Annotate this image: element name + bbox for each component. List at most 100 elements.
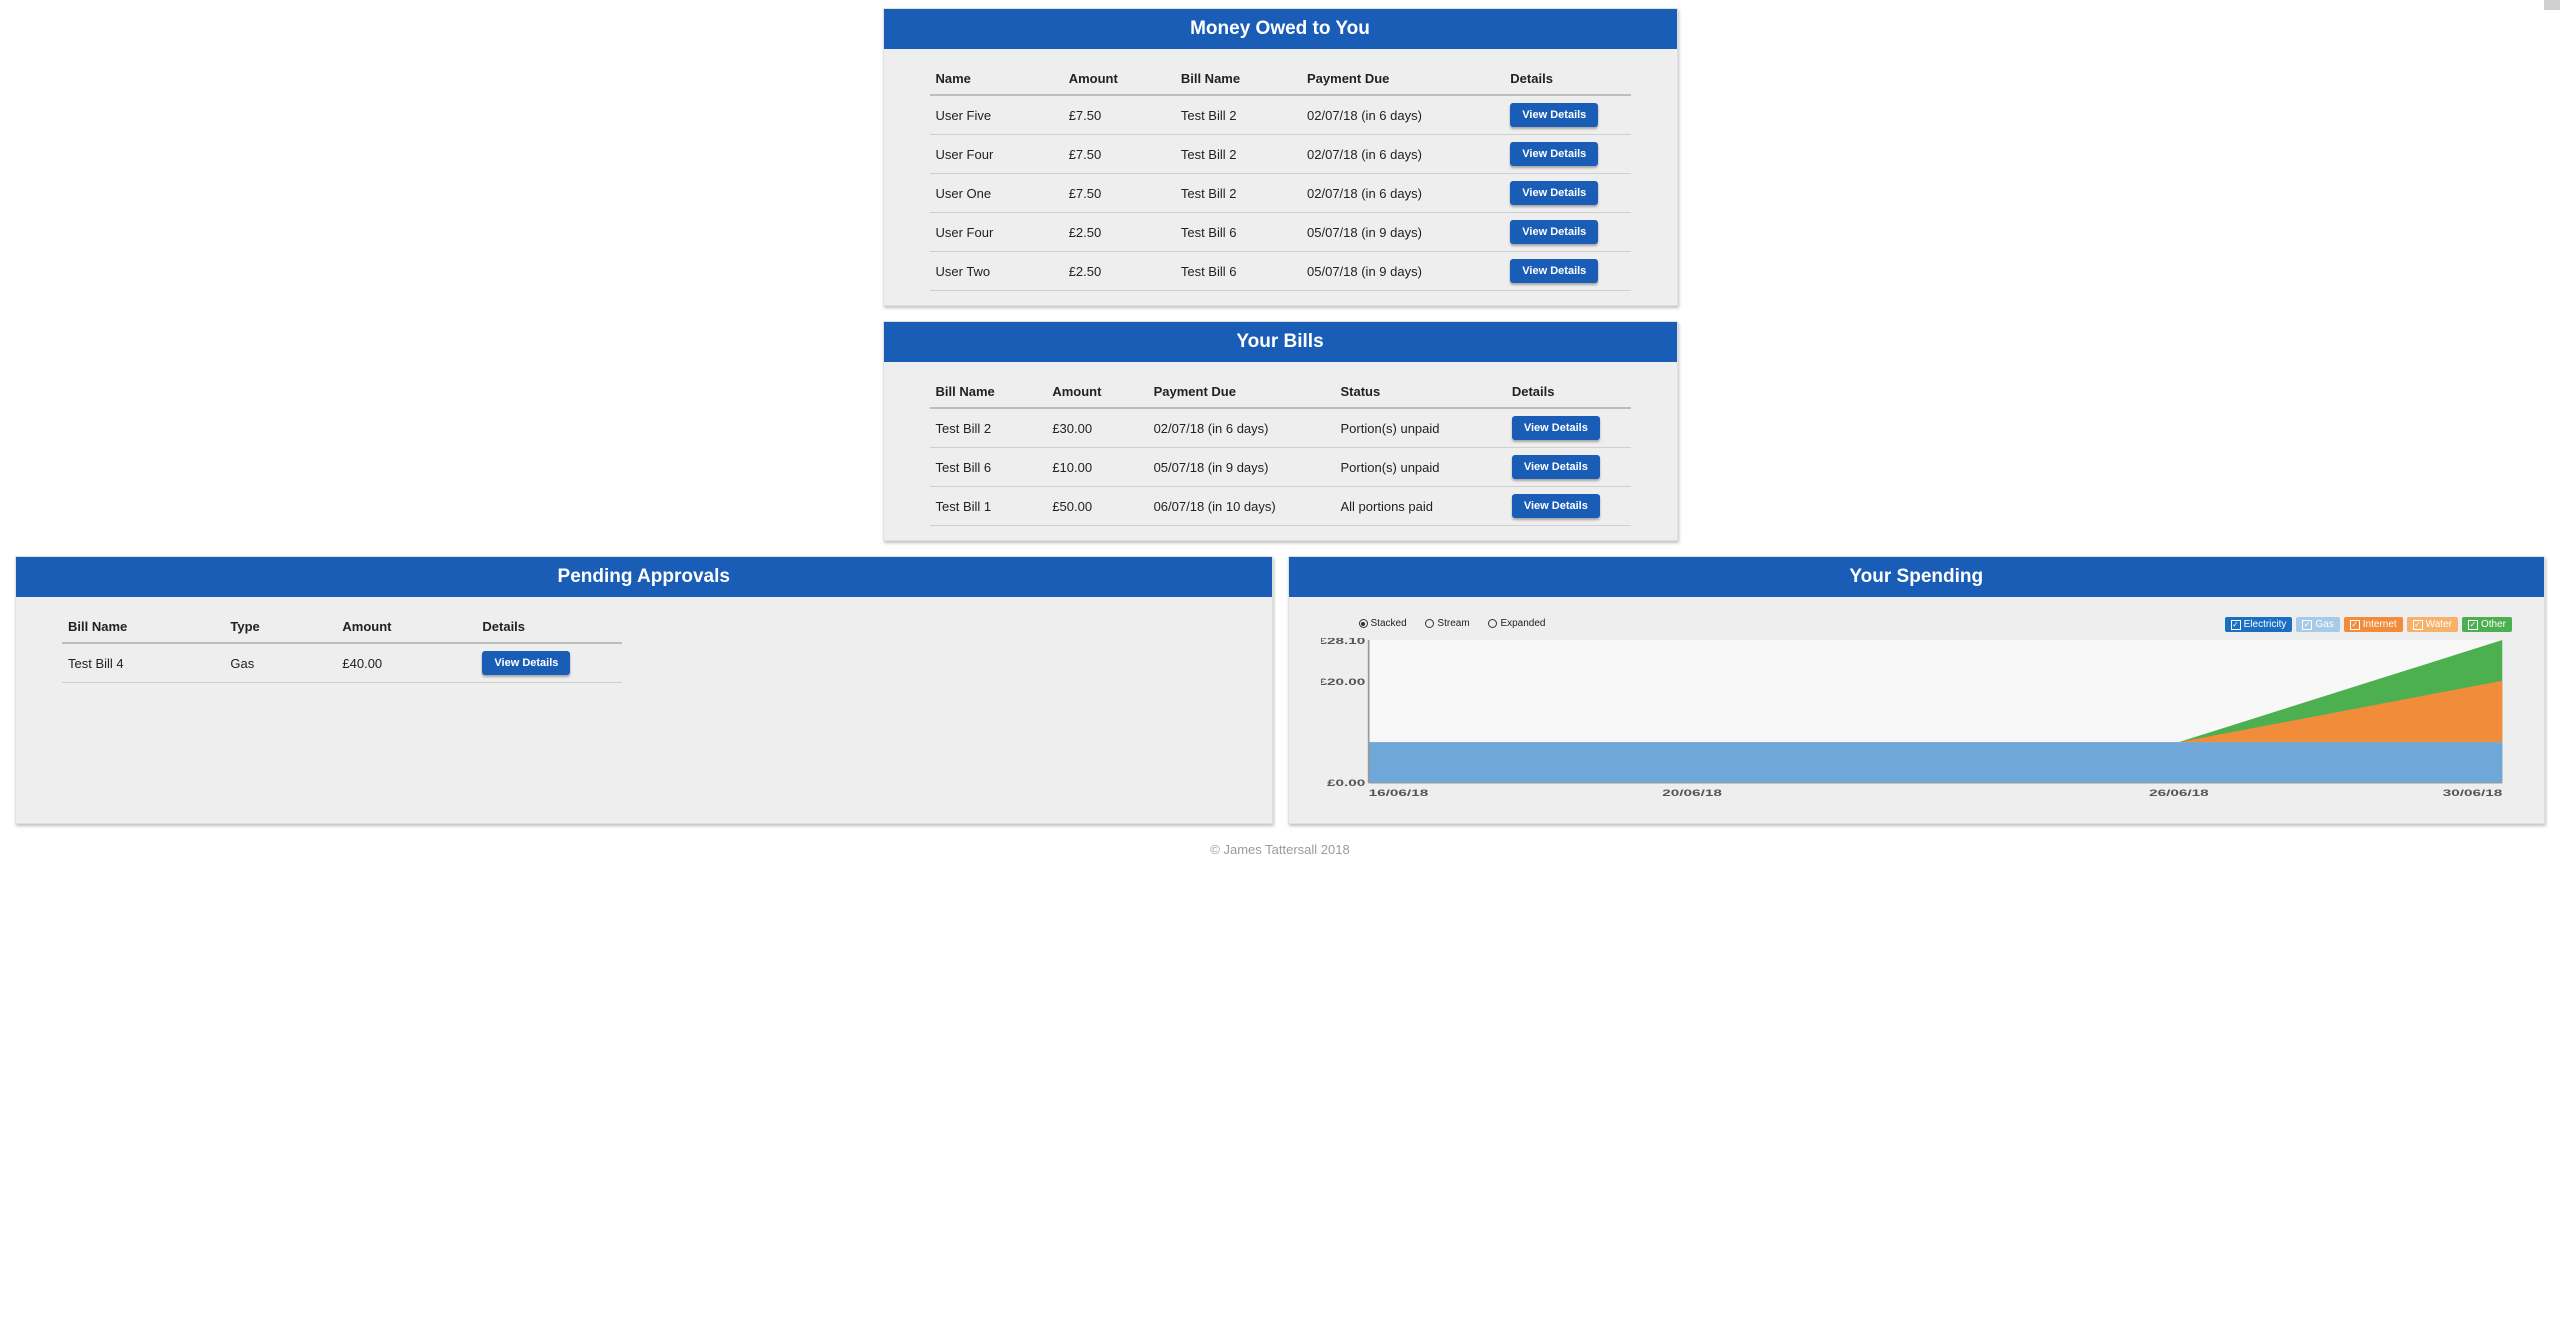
x-tick: 16/06/18 <box>1368 788 1428 798</box>
legend-water[interactable]: Water <box>2407 617 2458 632</box>
cell-amount: £30.00 <box>1046 408 1147 448</box>
cell-bill: Test Bill 2 <box>1175 95 1301 135</box>
legend-internet[interactable]: Internet <box>2344 617 2403 632</box>
cell-amount: £2.50 <box>1063 252 1175 291</box>
cell-due: 02/07/18 (in 6 days) <box>1148 408 1335 448</box>
legend-label: Other <box>2481 619 2506 630</box>
cell-bill: Test Bill 1 <box>930 487 1047 526</box>
table-row: User Four£7.50Test Bill 202/07/18 (in 6 … <box>930 135 1631 174</box>
cell-details: View Details <box>1506 408 1631 448</box>
checkbox-icon <box>2302 620 2312 630</box>
cell-due: 02/07/18 (in 6 days) <box>1301 135 1504 174</box>
cell-status: Portion(s) unpaid <box>1335 448 1506 487</box>
panel-your-spending: Your Spending Stacked Stream <box>1288 556 2546 824</box>
panel-money-owed: Money Owed to You Name Amount Bill Name … <box>883 8 1678 306</box>
cell-bill: Test Bill 6 <box>930 448 1047 487</box>
cell-due: 02/07/18 (in 6 days) <box>1301 174 1504 213</box>
checkbox-icon <box>2413 620 2423 630</box>
th-bill: Bill Name <box>930 376 1047 408</box>
table-row: User Five£7.50Test Bill 202/07/18 (in 6 … <box>930 95 1631 135</box>
th-due: Payment Due <box>1148 376 1335 408</box>
checkbox-icon <box>2231 620 2241 630</box>
view-details-button[interactable]: View Details <box>1510 181 1598 205</box>
th-type: Type <box>224 611 336 643</box>
x-tick: 20/06/18 <box>1662 788 1722 798</box>
table-row: Test Bill 1£50.0006/07/18 (in 10 days)Al… <box>930 487 1631 526</box>
view-details-button[interactable]: View Details <box>1512 494 1600 518</box>
cell-details: View Details <box>1504 135 1630 174</box>
cell-type: Gas <box>224 643 336 683</box>
cell-details: View Details <box>1506 487 1631 526</box>
chart-controls: Stacked Stream Expanded Electricity Gas In… <box>1321 617 2513 632</box>
th-name: Name <box>930 63 1063 95</box>
th-amount: Amount <box>1046 376 1147 408</box>
table-owed: Name Amount Bill Name Payment Due Detail… <box>930 63 1631 291</box>
cell-bill: Test Bill 6 <box>1175 252 1301 291</box>
cell-amount: £7.50 <box>1063 135 1175 174</box>
legend-label: Water <box>2426 619 2452 630</box>
y-tick: £20.00 <box>1321 677 1365 687</box>
cell-bill: Test Bill 2 <box>930 408 1047 448</box>
checkbox-icon <box>2350 620 2360 630</box>
scrollbar[interactable] <box>2544 0 2560 10</box>
radio-expanded[interactable]: Expanded <box>1488 618 1545 629</box>
th-amount: Amount <box>1063 63 1175 95</box>
table-row: Test Bill 6£10.0005/07/18 (in 9 days)Por… <box>930 448 1631 487</box>
cell-due: 02/07/18 (in 6 days) <box>1301 95 1504 135</box>
th-bill: Bill Name <box>62 611 224 643</box>
cell-amount: £7.50 <box>1063 95 1175 135</box>
legend-label: Gas <box>2315 619 2333 630</box>
cell-details: View Details <box>1504 252 1630 291</box>
cell-due: 05/07/18 (in 9 days) <box>1148 448 1335 487</box>
table-row: User Four£2.50Test Bill 605/07/18 (in 9 … <box>930 213 1631 252</box>
spending-chart-svg: £28.10 £20.00 £0.00 16/06/18 20/06/18 26… <box>1321 638 2513 803</box>
cell-details: View Details <box>1504 213 1630 252</box>
x-tick: 26/06/18 <box>2149 788 2209 798</box>
chart-legend: Electricity Gas Internet Water Other <box>2225 617 2512 632</box>
radio-label: Stream <box>1437 618 1469 629</box>
view-details-button[interactable]: View Details <box>1510 142 1598 166</box>
table-approvals: Bill Name Type Amount Details Test Bill … <box>62 611 622 683</box>
legend-electricity[interactable]: Electricity <box>2225 617 2293 632</box>
cell-amount: £40.00 <box>336 643 476 683</box>
cell-name: User Five <box>930 95 1063 135</box>
cell-bill: Test Bill 4 <box>62 643 224 683</box>
cell-name: User One <box>930 174 1063 213</box>
legend-other[interactable]: Other <box>2462 617 2512 632</box>
radio-label: Expanded <box>1500 618 1545 629</box>
th-due: Payment Due <box>1301 63 1504 95</box>
cell-amount: £50.00 <box>1046 487 1147 526</box>
panel-header-spending: Your Spending <box>1289 557 2545 597</box>
view-details-button[interactable]: View Details <box>1510 220 1598 244</box>
checkbox-icon <box>2468 620 2478 630</box>
view-details-button[interactable]: View Details <box>1510 259 1598 283</box>
view-details-button[interactable]: View Details <box>1512 455 1600 479</box>
legend-label: Electricity <box>2244 619 2287 630</box>
table-header-row: Name Amount Bill Name Payment Due Detail… <box>930 63 1631 95</box>
radio-stacked[interactable]: Stacked <box>1359 618 1407 629</box>
footer-copyright: © James Tattersall 2018 <box>0 842 2560 857</box>
radio-stream[interactable]: Stream <box>1425 618 1469 629</box>
cell-amount: £2.50 <box>1063 213 1175 252</box>
table-row: Test Bill 2£30.0002/07/18 (in 6 days)Por… <box>930 408 1631 448</box>
view-details-button[interactable]: View Details <box>482 651 570 675</box>
radio-label: Stacked <box>1371 618 1407 629</box>
panel-pending-approvals: Pending Approvals Bill Name Type Amount … <box>15 556 1273 824</box>
legend-gas[interactable]: Gas <box>2296 617 2339 632</box>
radio-dot-icon <box>1488 619 1497 628</box>
view-details-button[interactable]: View Details <box>1512 416 1600 440</box>
y-tick: £0.00 <box>1326 778 1364 788</box>
table-row: User Two£2.50Test Bill 605/07/18 (in 9 d… <box>930 252 1631 291</box>
table-row: Test Bill 4Gas£40.00View Details <box>62 643 622 683</box>
chart-area: £28.10 £20.00 £0.00 16/06/18 20/06/18 26… <box>1321 638 2513 803</box>
th-details: Details <box>476 611 622 643</box>
cell-name: User Four <box>930 213 1063 252</box>
table-header-row: Bill Name Amount Payment Due Status Deta… <box>930 376 1631 408</box>
th-bill: Bill Name <box>1175 63 1301 95</box>
view-details-button[interactable]: View Details <box>1510 103 1598 127</box>
panel-your-bills: Your Bills Bill Name Amount Payment Due … <box>883 321 1678 541</box>
cell-status: All portions paid <box>1335 487 1506 526</box>
th-status: Status <box>1335 376 1506 408</box>
y-tick: £28.10 <box>1321 638 1365 646</box>
cell-details: View Details <box>1506 448 1631 487</box>
